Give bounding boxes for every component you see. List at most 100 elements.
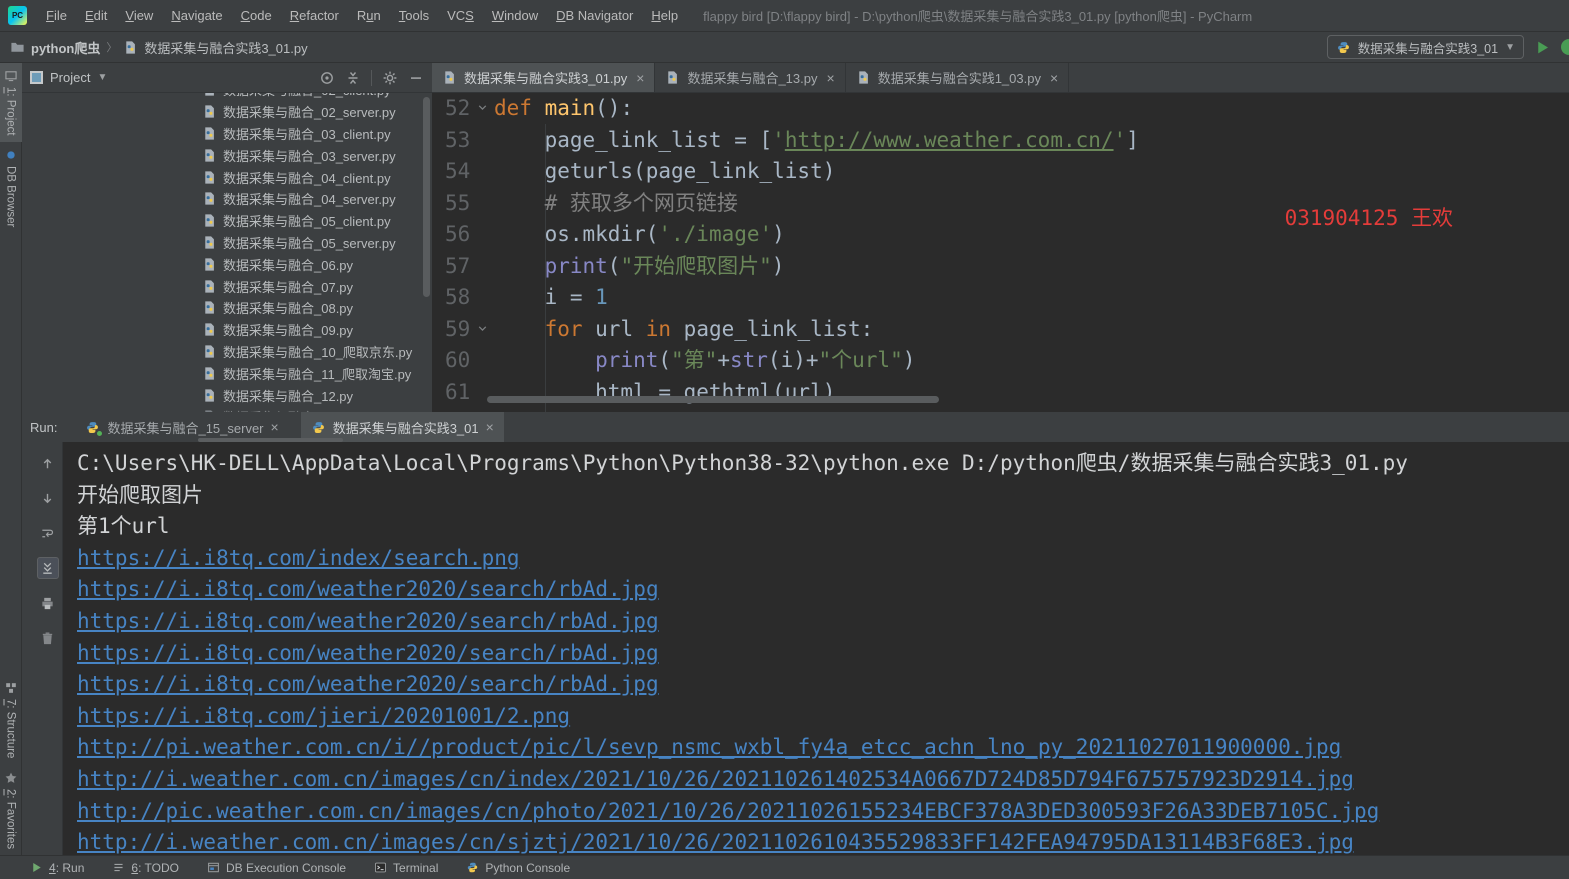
hide-panel-button[interactable] — [408, 70, 424, 86]
project-file-tree: 数据采集与融合_02_client.py 数据采集与融合_02_server.py… — [22, 93, 432, 412]
run-tabbar-scrollbar[interactable] — [198, 438, 343, 442]
tool-stripe-db-browser[interactable]: DB Browser — [0, 142, 22, 233]
statusbar-6-todo[interactable]: 6: TODO — [112, 861, 179, 875]
status-bar: 4: Run 6: TODO DB Execution Console Termina… — [0, 855, 1569, 879]
editor-tab[interactable]: 数据采集与融合实践3_01.py × — [432, 63, 656, 92]
print-button[interactable] — [37, 592, 59, 614]
close-icon[interactable]: × — [827, 70, 835, 86]
breadcrumb-file[interactable]: 数据采集与融合实践3_01.py — [144, 38, 307, 57]
settings-gear-button[interactable] — [382, 70, 398, 86]
project-file-item[interactable]: 数据采集与融合_04_server.py — [22, 188, 432, 210]
running-indicator — [96, 429, 104, 437]
clear-console-button[interactable] — [37, 627, 59, 649]
line-number: 55 — [445, 190, 471, 215]
tool-stripe-1-project[interactable]: 1: Project — [0, 63, 22, 142]
debug-button[interactable] — [1561, 39, 1569, 55]
breadcrumb-project[interactable]: python爬虫 — [31, 38, 100, 57]
code-line: 54 geturls(page_link_list) — [432, 156, 1569, 188]
star-icon — [5, 772, 16, 783]
monitor-icon — [4, 71, 17, 82]
project-file-item[interactable]: 数据采集与融合_10_爬取京东.py — [22, 341, 432, 363]
statusbar-db-execution-console[interactable]: DB Execution Console — [207, 861, 346, 875]
menu-run[interactable]: Run — [348, 0, 390, 32]
breadcrumb: python爬虫 〉 数据采集与融合实践3_01.py — [10, 38, 308, 57]
console-url-link[interactable]: http://i.weather.com.cn/images/cn/index/… — [77, 767, 1354, 791]
project-view-selector[interactable]: Project ▼ — [30, 70, 107, 85]
editor-tab[interactable]: 数据采集与融合实践1_03.py × — [846, 63, 1070, 92]
console-url-link[interactable]: https://i.i8tq.com/index/search.png — [77, 546, 520, 570]
close-icon[interactable]: × — [636, 70, 644, 86]
menu-code[interactable]: Code — [232, 0, 281, 32]
project-file-item[interactable]: 数据采集与融合_05_server.py — [22, 232, 432, 254]
folder-icon — [10, 40, 25, 55]
menu-help[interactable]: Help — [642, 0, 687, 32]
line-number: 53 — [445, 127, 471, 152]
editor-horizontal-scrollbar[interactable] — [487, 396, 939, 403]
project-file-item[interactable]: 数据采集与融合_12.py — [22, 384, 432, 406]
pycharm-window: PC File Edit View Navigate Code Refactor Run To… — [0, 0, 1569, 879]
console-url-link[interactable]: http://pic.weather.com.cn/images/cn/phot… — [77, 799, 1379, 823]
chevron-down-icon: ▼ — [97, 72, 108, 83]
project-file-item[interactable]: 数据采集与融合_07.py — [22, 275, 432, 297]
project-tool-window: Project ▼ 数据采集与融合_02_client.py数据采集与融合_02… — [22, 63, 432, 412]
console-url-link[interactable]: https://i.i8tq.com/weather2020/search/rb… — [77, 672, 659, 696]
console-url-link[interactable]: https://i.i8tq.com/weather2020/search/rb… — [77, 577, 659, 601]
close-icon[interactable]: × — [486, 419, 494, 435]
scrollend-icon — [43, 562, 52, 574]
statusbar-python-console[interactable]: Python Console — [466, 861, 570, 875]
menu-edit[interactable]: Edit — [76, 0, 116, 32]
editor-tab-bar: 数据采集与融合实践3_01.py × 数据采集与融合_13.py × 数据采集与融合实践… — [432, 63, 1569, 93]
fold-marker[interactable] — [475, 100, 491, 116]
up-stacktrace-button[interactable] — [37, 452, 59, 474]
editor-tab[interactable]: 数据采集与融合_13.py × — [655, 63, 846, 92]
code-editor[interactable]: 52 def main(): 53 page_link_list = ['http:… — [432, 93, 1569, 412]
project-file-item[interactable]: 数据采集与融合_02_client.py — [22, 93, 432, 101]
project-file-item[interactable]: 数据采集与融合_08.py — [22, 297, 432, 319]
file-name: 数据采集与融合_06.py — [223, 257, 354, 273]
console-url-link[interactable]: https://i.i8tq.com/jieri/20201001/2.png — [77, 704, 570, 728]
close-icon[interactable]: × — [271, 419, 279, 435]
dot-icon — [6, 150, 15, 159]
statusbar-4-run[interactable]: 4: Run — [30, 861, 84, 875]
file-name: 数据采集与融合_05_client.py — [223, 214, 391, 230]
close-icon[interactable]: × — [1050, 70, 1058, 86]
project-scrollbar[interactable] — [423, 97, 430, 297]
project-file-item[interactable]: 数据采集与融合_09.py — [22, 319, 432, 341]
chevron-down-icon: ▼ — [1505, 41, 1515, 53]
project-file-item[interactable]: 数据采集与融合_03_server.py — [22, 144, 432, 166]
console-url-link[interactable]: http://i.weather.com.cn/images/cn/sjztj/… — [77, 830, 1354, 854]
statusbar-terminal[interactable]: Terminal — [374, 861, 438, 875]
project-file-item[interactable]: 数据采集与融合_03_client.py — [22, 123, 432, 145]
line-number: 60 — [445, 348, 471, 372]
tab-label: 数据采集与融合_15_server — [107, 420, 264, 436]
console-url-link[interactable]: https://i.i8tq.com/weather2020/search/rb… — [77, 609, 659, 633]
menu-refactor[interactable]: Refactor — [281, 0, 348, 32]
project-file-item[interactable]: 数据采集与融合_11_爬取淘宝.py — [22, 362, 432, 384]
tool-stripe-7-structure[interactable]: 7: Structure — [0, 675, 22, 764]
tab-label: 数据采集与融合_13.py — [687, 71, 818, 86]
project-file-item[interactable]: 数据采集与融合_02_server.py — [22, 101, 432, 123]
menu-tools[interactable]: Tools — [390, 0, 438, 32]
collapse-all-button[interactable] — [345, 70, 361, 86]
project-file-item[interactable]: 数据采集与融合_04_client.py — [22, 166, 432, 188]
tool-stripe-2-favorites[interactable]: 2: Favorites — [0, 765, 22, 855]
soft-wrap-button[interactable] — [37, 522, 59, 544]
menu-view[interactable]: View — [116, 0, 162, 32]
project-file-item[interactable]: 数据采集与融合_05_client.py — [22, 210, 432, 232]
menu-file[interactable]: File — [37, 0, 76, 32]
run-configuration-select[interactable]: 数据采集与融合实践3_01 ▼ — [1326, 35, 1524, 59]
locate-file-button[interactable] — [319, 70, 335, 86]
menu-window[interactable]: Window — [483, 0, 547, 32]
project-file-item[interactable]: 数据采集与融合_06.py — [22, 253, 432, 275]
console-url-link[interactable]: http://pi.weather.com.cn/i//product/pic/… — [77, 735, 1341, 759]
down-stacktrace-button[interactable] — [37, 487, 59, 509]
trash-icon — [42, 632, 53, 644]
menu-navigate[interactable]: Navigate — [162, 0, 231, 32]
scroll-to-end-button[interactable] — [36, 557, 59, 579]
py-icon — [205, 258, 214, 271]
console-url-link[interactable]: https://i.i8tq.com/weather2020/search/rb… — [77, 641, 659, 665]
menu-db-navigator[interactable]: DB Navigator — [547, 0, 642, 32]
menu-vcs[interactable]: VCS — [438, 0, 483, 32]
run-button[interactable] — [1534, 39, 1551, 56]
fold-marker[interactable] — [475, 321, 491, 337]
